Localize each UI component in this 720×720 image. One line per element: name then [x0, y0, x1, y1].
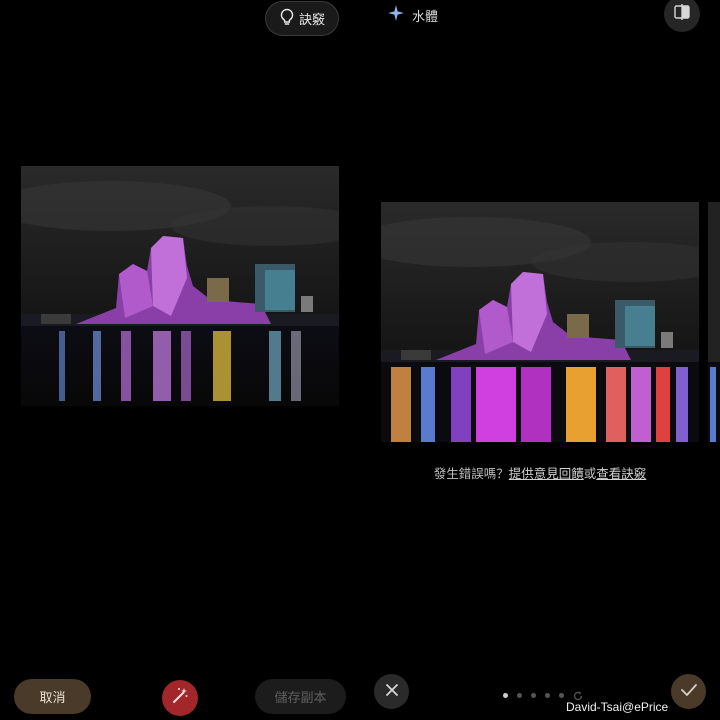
- page-dot[interactable]: [517, 693, 522, 698]
- next-result-photo[interactable]: [708, 202, 720, 442]
- confirm-button[interactable]: [671, 674, 706, 709]
- compare-button[interactable]: [664, 0, 700, 32]
- save-copy-button[interactable]: 儲存副本: [255, 679, 346, 714]
- save-copy-label: 儲存副本: [274, 691, 327, 706]
- sparkle-icon: [388, 5, 404, 25]
- lightbulb-icon: [279, 8, 295, 30]
- page-dot[interactable]: [531, 693, 536, 698]
- view-tips-link[interactable]: 查看訣竅: [596, 466, 646, 481]
- style-indicator: 水體: [388, 5, 438, 25]
- feedback-conjunction: 或: [583, 466, 597, 481]
- magic-wand-icon: [171, 687, 189, 709]
- close-button[interactable]: [374, 674, 409, 709]
- feedback-text: 發生錯誤嗎？提供意見回饋或查看訣竅: [381, 463, 699, 482]
- send-feedback-link[interactable]: 提供意見回饋: [509, 466, 584, 481]
- cancel-label: 取消: [39, 691, 66, 706]
- page-dot[interactable]: [503, 693, 508, 698]
- page-dot[interactable]: [545, 693, 550, 698]
- close-icon: [385, 682, 399, 701]
- style-name: 水體: [412, 9, 439, 25]
- cancel-button[interactable]: 取消: [14, 679, 91, 714]
- tips-button[interactable]: 訣竅: [265, 1, 339, 36]
- checkmark-icon: [680, 682, 698, 701]
- tips-label: 訣竅: [298, 13, 325, 28]
- watermark-text: David-Tsai@ePrice: [566, 700, 669, 714]
- magic-edit-button[interactable]: [162, 680, 198, 716]
- page-dot[interactable]: [559, 693, 564, 698]
- feedback-prefix: 發生錯誤嗎？: [433, 466, 509, 481]
- original-photo: [21, 166, 339, 406]
- result-photo: [381, 202, 699, 442]
- compare-icon: [673, 3, 691, 25]
